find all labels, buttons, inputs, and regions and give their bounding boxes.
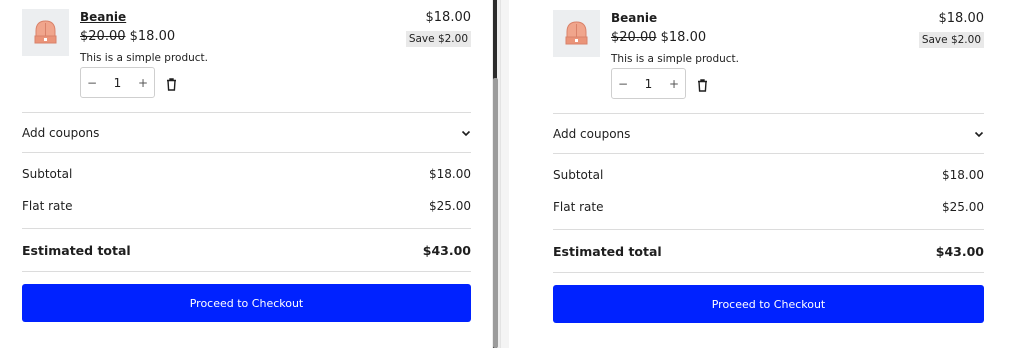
product-description: This is a simple product. <box>611 53 740 65</box>
product-prices: $20.00 $18.00 <box>80 28 175 46</box>
divider <box>553 153 984 154</box>
subtotal-value: $18.00 <box>429 167 471 181</box>
quantity-stepper: − 1 + <box>611 68 686 99</box>
divider <box>553 113 984 114</box>
sale-price: $18.00 <box>660 30 707 45</box>
product-name-link[interactable]: Beanie <box>611 10 657 26</box>
divider <box>22 152 471 153</box>
line-item-price: $18.00 <box>938 11 985 26</box>
subtotal-label: Subtotal <box>553 168 604 182</box>
proceed-to-checkout-button[interactable]: Proceed to Checkout <box>22 284 471 322</box>
total-label: Estimated total <box>553 243 662 259</box>
increase-quantity-button[interactable]: + <box>669 77 679 91</box>
sale-price: $18.00 <box>129 29 176 44</box>
coupons-label: Add coupons <box>553 127 631 141</box>
total-value: $43.00 <box>935 243 984 259</box>
product-name-link[interactable]: Beanie <box>80 9 126 25</box>
coupons-label: Add coupons <box>22 126 100 140</box>
shipping-value: $25.00 <box>942 200 984 214</box>
chevron-down-icon[interactable] <box>461 126 471 140</box>
decrease-quantity-button[interactable]: − <box>618 77 628 91</box>
beanie-icon <box>565 21 588 45</box>
total-value: $43.00 <box>422 242 471 258</box>
divider <box>553 272 984 273</box>
proceed-to-checkout-button[interactable]: Proceed to Checkout <box>553 285 984 323</box>
scrollbar-thumb[interactable] <box>493 78 498 348</box>
trash-icon[interactable] <box>166 76 177 95</box>
trash-icon[interactable] <box>697 77 708 96</box>
quantity-stepper: − 1 + <box>80 67 155 98</box>
total-row: Estimated total $43.00 <box>22 241 471 259</box>
shipping-label: Flat rate <box>553 200 604 214</box>
total-label: Estimated total <box>22 242 131 258</box>
line-item-price: $18.00 <box>425 10 472 25</box>
increase-quantity-button[interactable]: + <box>138 76 148 90</box>
quantity-input[interactable]: 1 <box>114 76 122 90</box>
product-prices: $20.00 $18.00 <box>611 29 706 47</box>
subtotal-row: Subtotal $18.00 <box>22 165 471 183</box>
shipping-label: Flat rate <box>22 199 73 213</box>
beanie-icon <box>34 20 57 44</box>
cart-panel-left: Beanie $20.00 $18.00 This is a simple pr… <box>0 0 492 348</box>
product-thumbnail[interactable] <box>553 10 600 57</box>
save-badge: Save $2.00 <box>405 31 471 47</box>
divider <box>22 112 471 113</box>
subtotal-label: Subtotal <box>22 167 73 181</box>
coupons-toggle[interactable]: Add coupons <box>553 125 984 143</box>
divider <box>22 228 471 229</box>
subtotal-value: $18.00 <box>942 168 984 182</box>
shipping-row: Flat rate $25.00 <box>22 197 471 215</box>
original-price: $20.00 <box>80 29 126 44</box>
quantity-input[interactable]: 1 <box>645 77 653 91</box>
cart-panel-right: Beanie $20.00 $18.00 This is a simple pr… <box>509 0 1024 348</box>
divider <box>22 271 471 272</box>
panel-separator <box>500 0 509 348</box>
shipping-row: Flat rate $25.00 <box>553 198 984 216</box>
decrease-quantity-button[interactable]: − <box>87 76 97 90</box>
chevron-down-icon[interactable] <box>974 127 984 141</box>
original-price: $20.00 <box>611 30 657 45</box>
coupons-toggle[interactable]: Add coupons <box>22 124 471 142</box>
shipping-value: $25.00 <box>429 199 471 213</box>
total-row: Estimated total $43.00 <box>553 242 984 260</box>
product-thumbnail[interactable] <box>22 9 69 56</box>
divider <box>553 229 984 230</box>
product-description: This is a simple product. <box>80 52 209 64</box>
subtotal-row: Subtotal $18.00 <box>553 166 984 184</box>
save-badge: Save $2.00 <box>918 32 984 48</box>
